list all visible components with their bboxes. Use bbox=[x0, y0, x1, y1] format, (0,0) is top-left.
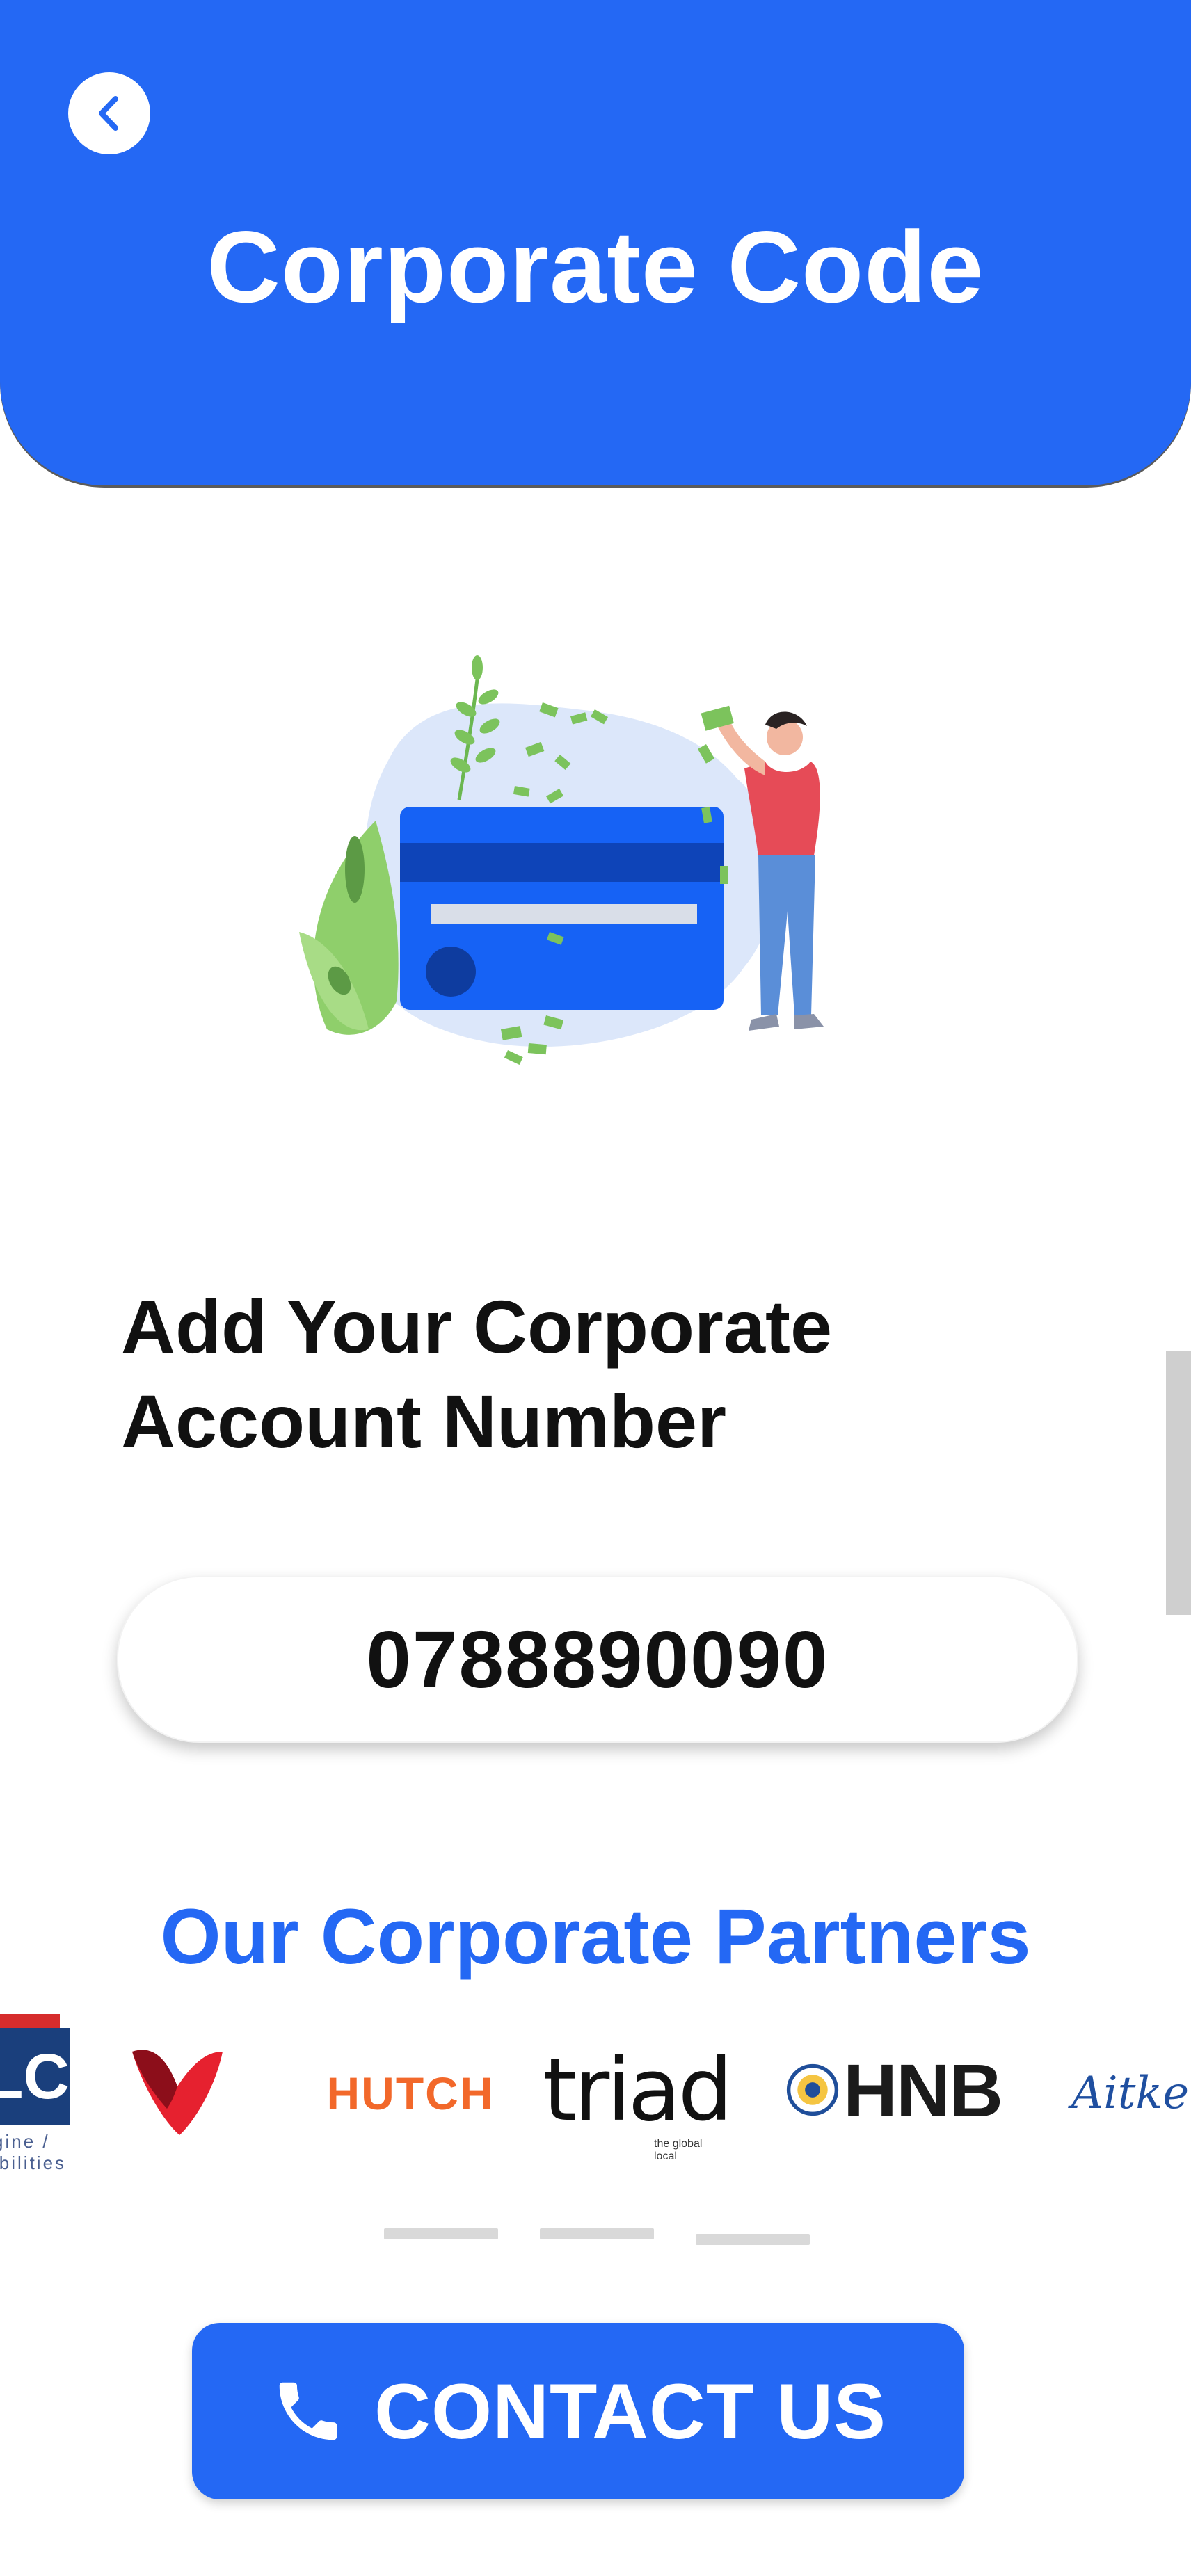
heading-line-1: Add Your Corporate bbox=[121, 1285, 833, 1369]
contact-us-button[interactable]: CONTACT US bbox=[192, 2323, 964, 2499]
chevron-left-icon bbox=[99, 96, 118, 131]
credit-card-illustration bbox=[299, 655, 824, 1065]
partner-logo-triad: triad the global local bbox=[543, 2040, 733, 2162]
page-title: Corporate Code bbox=[207, 210, 984, 323]
scrollbar[interactable] bbox=[1166, 1351, 1191, 1615]
contact-us-label: CONTACT US bbox=[374, 2367, 886, 2455]
partner-logo-hnb: HNB bbox=[786, 2038, 1003, 2142]
header-banner: Corporate Code bbox=[0, 0, 1191, 485]
hnb-emblem-icon bbox=[786, 2063, 839, 2116]
partner-logo-hutch: HUTCH bbox=[326, 2068, 495, 2119]
account-number-input[interactable]: 0788890090 bbox=[117, 1576, 1078, 1743]
phone-icon bbox=[279, 2382, 337, 2440]
carousel-page-indicator-1[interactable] bbox=[384, 2228, 498, 2239]
back-button[interactable] bbox=[68, 72, 150, 154]
partner-logo-aitken: Aitken bbox=[1071, 2068, 1191, 2119]
carousel-page-indicator-3[interactable] bbox=[696, 2234, 810, 2245]
partner-logo-lc: LC gine / ibilities bbox=[0, 2014, 70, 2170]
account-number-heading: Add Your Corporate Account Number bbox=[121, 1280, 1025, 1469]
partners-title: Our Corporate Partners bbox=[160, 1893, 1031, 1980]
carousel-page-indicator-2[interactable] bbox=[540, 2228, 654, 2239]
partner-logo-v bbox=[125, 2045, 230, 2142]
partners-carousel[interactable]: LC gine / ibilities HUTCH triad the glob… bbox=[0, 2003, 1191, 2170]
heading-line-2: Account Number bbox=[121, 1379, 727, 1463]
